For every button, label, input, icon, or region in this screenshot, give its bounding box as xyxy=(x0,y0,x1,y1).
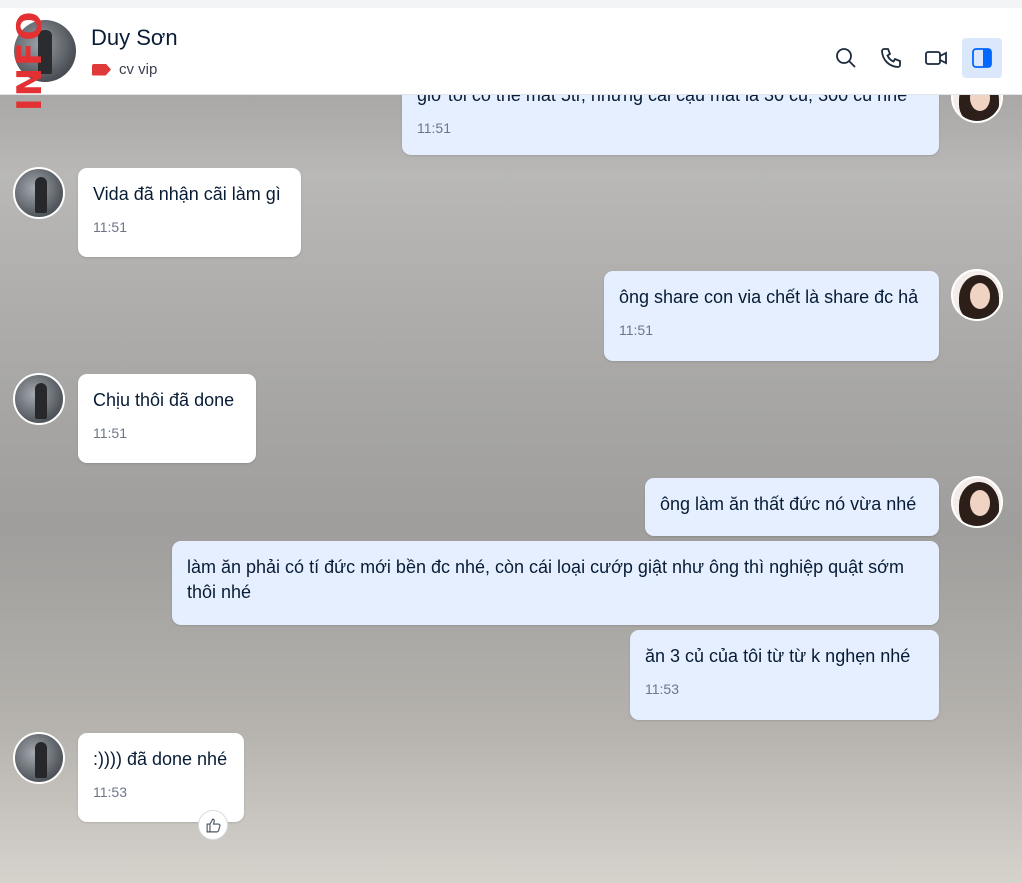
search-button[interactable] xyxy=(826,38,866,78)
voice-call-button[interactable] xyxy=(871,38,911,78)
contact-avatar[interactable] xyxy=(13,167,65,219)
my-avatar[interactable] xyxy=(951,269,1003,321)
contact-tag[interactable]: cv vip xyxy=(92,61,157,78)
my-avatar[interactable] xyxy=(951,476,1003,528)
chat-header: INFO Duy Sơn cv vip xyxy=(0,0,1022,111)
search-icon xyxy=(836,48,856,68)
message-list[interactable]: giờ tôi có thể mất 5tr, nhưng cái cậu mấ… xyxy=(0,95,1022,883)
contact-avatar[interactable] xyxy=(13,373,65,425)
message-text: ăn 3 củ của tôi từ từ k nghẹn nhé xyxy=(645,646,911,666)
react-like-button[interactable] xyxy=(198,810,228,840)
thumbs-up-icon xyxy=(206,818,221,832)
message-bubble[interactable]: :)))) đã done nhé 11:53 xyxy=(78,733,244,822)
contact-avatar[interactable] xyxy=(13,732,65,784)
message-text: :)))) đã done nhé xyxy=(93,749,228,769)
message-bubble[interactable]: ông share con via chết là share đc hả 11… xyxy=(604,271,939,361)
watermark-text: INFO xyxy=(10,9,50,111)
message-text: ông share con via chết là share đc hả xyxy=(619,287,919,307)
message-text: Vida đã nhận cãi làm gì xyxy=(93,184,281,204)
message-time: 11:53 xyxy=(93,784,127,800)
message-time: 11:51 xyxy=(619,322,653,338)
message-bubble[interactable]: làm ăn phải có tí đức mới bền đc nhé, cò… xyxy=(172,541,939,625)
video-call-button[interactable] xyxy=(916,38,956,78)
video-call-icon xyxy=(925,51,947,65)
message-time: 11:51 xyxy=(93,219,127,235)
message-text: giờ tôi có thể mất 5tr, nhưng cái cậu mấ… xyxy=(417,95,908,105)
message-time: 11:51 xyxy=(417,120,451,136)
sidebar-toggle-icon xyxy=(972,48,992,68)
sidebar-toggle-button[interactable] xyxy=(962,38,1002,78)
message-bubble[interactable]: Chịu thôi đã done 11:51 xyxy=(78,374,256,463)
message-bubble[interactable]: giờ tôi có thể mất 5tr, nhưng cái cậu mấ… xyxy=(402,95,939,155)
message-bubble[interactable]: ăn 3 củ của tôi từ từ k nghẹn nhé 11:53 xyxy=(630,630,939,720)
contact-name[interactable]: Duy Sơn xyxy=(91,25,178,51)
message-text: ông làm ăn thất đức nó vừa nhé xyxy=(660,494,917,514)
message-time: 11:51 xyxy=(93,425,127,441)
message-time: 11:53 xyxy=(645,681,679,697)
message-text: làm ăn phải có tí đức mới bền đc nhé, cò… xyxy=(187,557,904,602)
tag-label: cv vip xyxy=(119,61,158,78)
message-text: Chịu thôi đã done xyxy=(93,390,235,410)
message-bubble[interactable]: ông làm ăn thất đức nó vừa nhé xyxy=(645,478,939,536)
message-bubble[interactable]: Vida đã nhận cãi làm gì 11:51 xyxy=(78,168,301,257)
tag-icon xyxy=(92,63,111,76)
phone-icon xyxy=(881,48,901,68)
my-avatar[interactable] xyxy=(951,95,1003,123)
